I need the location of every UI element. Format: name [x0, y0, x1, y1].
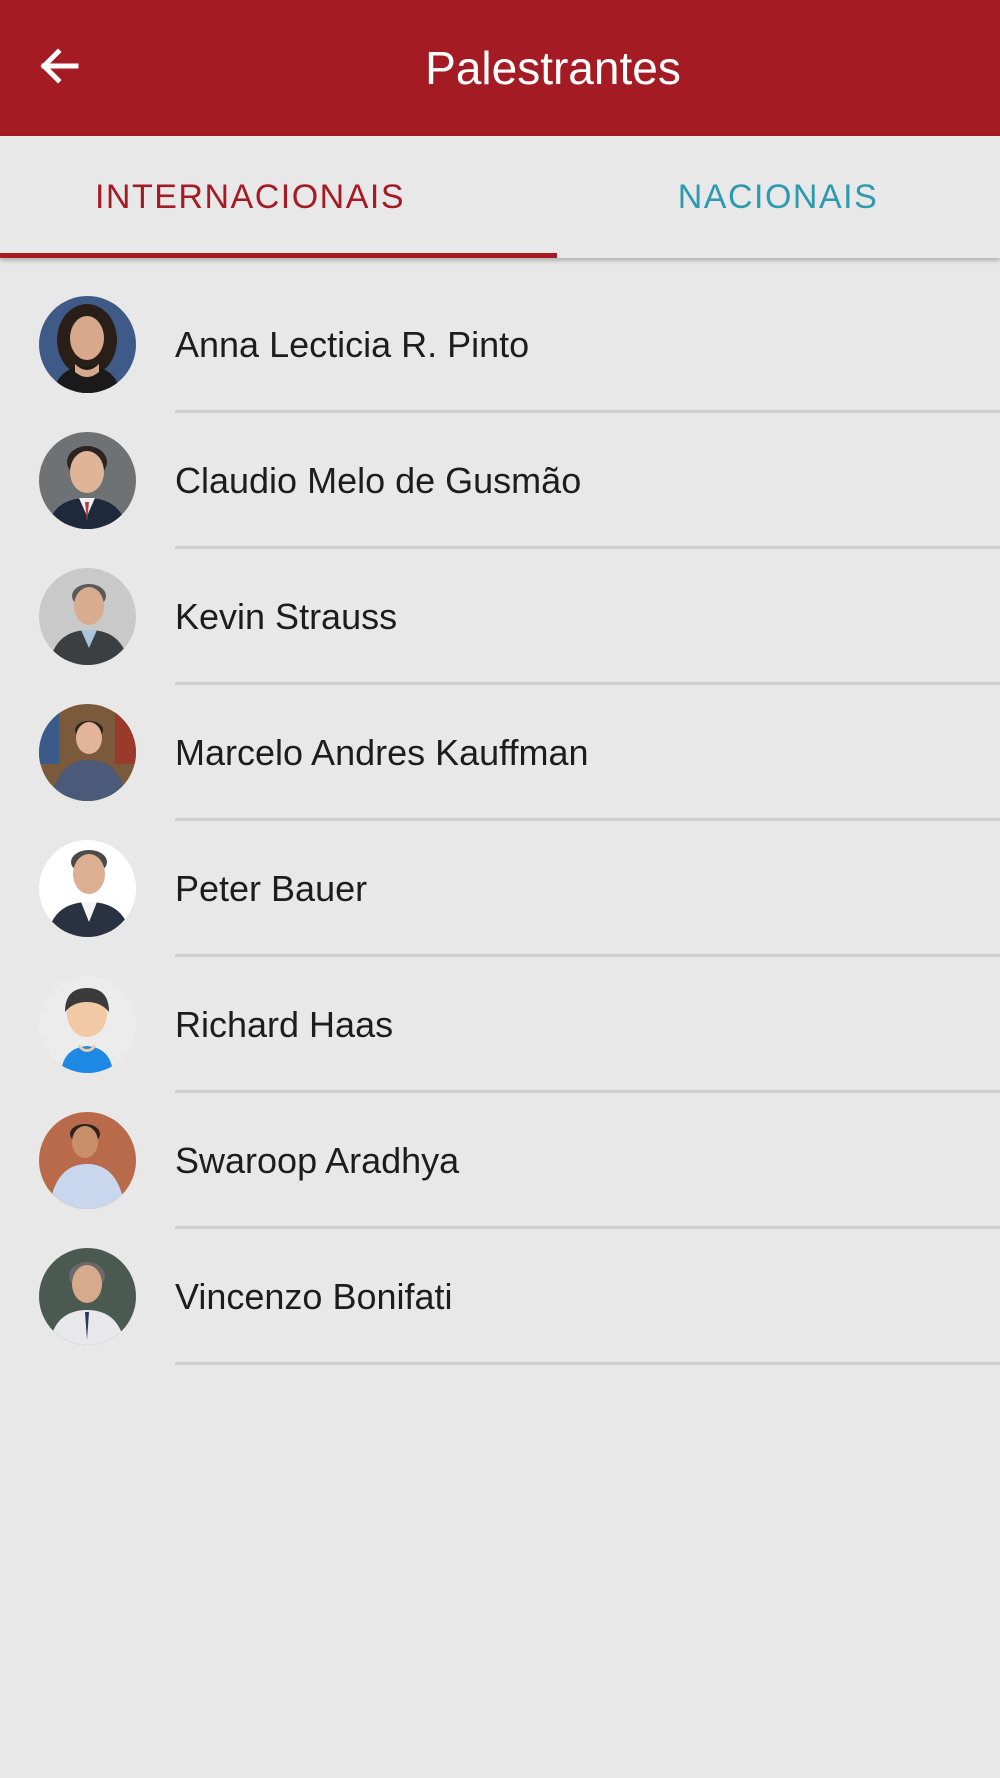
divider — [175, 1362, 1000, 1365]
speaker-name: Peter Bauer — [175, 867, 368, 909]
speaker-name: Vincenzo Bonifati — [175, 1275, 453, 1317]
avatar — [39, 840, 136, 937]
speaker-name: Marcelo Andres Kauffman — [175, 731, 589, 773]
list-item[interactable]: Claudio Melo de Gusmão — [0, 396, 1000, 549]
tab-indicator — [0, 253, 557, 258]
speaker-name: Anna Lecticia R. Pinto — [175, 323, 530, 365]
avatar — [39, 704, 136, 801]
list-item[interactable]: Kevin Strauss — [0, 532, 1000, 685]
app-bar: Palestrantes — [0, 0, 1000, 136]
avatar — [39, 1112, 136, 1209]
list-item[interactable]: Marcelo Andres Kauffman — [0, 668, 1000, 821]
list-item[interactable]: Peter Bauer — [0, 804, 1000, 957]
tab-nacionais[interactable]: NACIONAIS — [500, 136, 1000, 258]
list-item[interactable]: Swaroop Aradhya — [0, 1076, 1000, 1229]
page-title: Palestrantes — [425, 42, 681, 94]
tab-bar: INTERNACIONAIS NACIONAIS — [0, 136, 1000, 258]
default-user-icon — [39, 976, 136, 1073]
speaker-name: Richard Haas — [175, 1003, 394, 1045]
speaker-name: Claudio Melo de Gusmão — [175, 459, 582, 501]
avatar — [39, 296, 136, 393]
avatar — [39, 1248, 136, 1345]
back-button[interactable] — [30, 38, 90, 98]
avatar — [39, 432, 136, 529]
arrow-left-icon — [40, 47, 80, 89]
list-item[interactable]: Richard Haas — [0, 940, 1000, 1093]
speaker-name: Swaroop Aradhya — [175, 1139, 460, 1181]
list-item[interactable]: Vincenzo Bonifati — [0, 1212, 1000, 1365]
avatar — [39, 568, 136, 665]
speaker-list: Anna Lecticia R. Pinto Claudio Melo de G… — [0, 260, 1000, 1365]
tab-internacionais[interactable]: INTERNACIONAIS — [0, 136, 500, 258]
list-item[interactable]: Anna Lecticia R. Pinto — [0, 260, 1000, 413]
speaker-name: Kevin Strauss — [175, 595, 398, 637]
